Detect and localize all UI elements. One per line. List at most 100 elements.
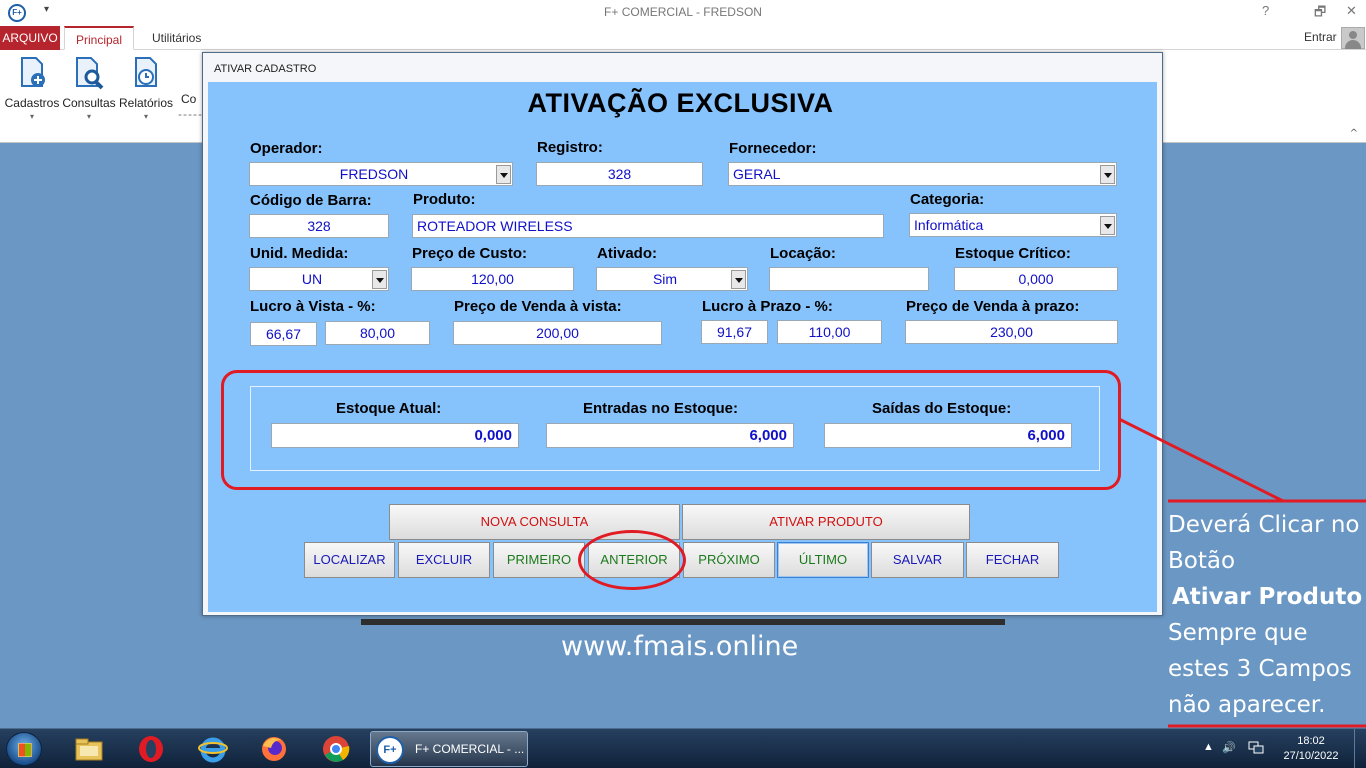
sign-in-link[interactable]: Entrar <box>1304 30 1337 44</box>
lucro-prazo-pct-field[interactable]: 91,67 <box>701 320 768 344</box>
preco-venda-vista-field[interactable]: 200,00 <box>453 321 662 345</box>
tray-overflow-icon[interactable]: ▲ <box>1203 741 1214 753</box>
categoria-select[interactable]: Informática <box>909 213 1117 237</box>
chrome-icon[interactable] <box>321 734 351 764</box>
document-add-icon <box>21 57 45 87</box>
note-line: Deverá Clicar no <box>1168 512 1360 538</box>
chevron-down-icon[interactable] <box>496 165 511 184</box>
relatorios-button[interactable]: Relatórios ▾ <box>118 56 174 121</box>
fornecedor-select[interactable]: GERAL <box>728 162 1117 186</box>
operador-label: Operador: <box>250 140 323 157</box>
primeiro-button[interactable]: PRIMEIRO <box>493 542 585 578</box>
registro-field[interactable]: 328 <box>536 162 703 186</box>
opera-browser-icon[interactable] <box>136 734 166 764</box>
fornecedor-value: GERAL <box>733 166 781 182</box>
collapse-ribbon-icon[interactable]: ^ <box>1350 128 1358 139</box>
clock-date: 27/10/2022 <box>1283 750 1339 762</box>
registro-label: Registro: <box>537 139 603 156</box>
firefox-icon[interactable] <box>259 734 289 764</box>
horizontal-scrollbar[interactable] <box>361 619 1005 625</box>
chevron-down-icon: ▾ <box>29 112 34 121</box>
dialog-title: ATIVAR CADASTRO <box>214 63 317 75</box>
locacao-label: Locação: <box>770 245 836 262</box>
note-line-strong: Ativar Produto <box>1172 584 1363 610</box>
windows-start-icon[interactable] <box>6 732 42 766</box>
relatorios-label: Relatórios <box>118 96 174 110</box>
lucro-prazo-label: Lucro à Prazo - %: <box>702 298 833 315</box>
codigo-barra-field[interactable]: 328 <box>249 214 389 238</box>
network-icon[interactable] <box>1248 741 1264 755</box>
produto-field[interactable]: ROTEADOR WIRELESS <box>412 214 884 238</box>
note-line: estes 3 Campos <box>1168 656 1352 682</box>
highlight-stock-fields <box>221 370 1121 490</box>
title-bar: F+ ▾ F+ COMERCIAL - FREDSON ? 🗗 ✕ <box>0 0 1366 26</box>
taskbar-app-label: F+ COMERCIAL - ... <box>415 742 525 756</box>
salvar-button[interactable]: SALVAR <box>871 542 964 578</box>
app-logo-icon: F+ <box>376 736 404 764</box>
note-line: não aparecer. <box>1168 692 1326 718</box>
internet-explorer-icon[interactable] <box>198 734 228 764</box>
tab-principal[interactable]: Principal <box>64 26 134 50</box>
help-icon[interactable]: ? <box>1262 3 1269 18</box>
document-search-icon <box>76 57 104 90</box>
chevron-down-icon: ▾ <box>143 112 148 121</box>
preco-venda-prazo-field[interactable]: 230,00 <box>905 320 1118 344</box>
unid-medida-label: Unid. Medida: <box>250 245 349 262</box>
truncated-ribbon-button-label[interactable]: Co <box>181 92 196 106</box>
close-icon[interactable]: ✕ <box>1346 3 1357 19</box>
unid-medida-value: UN <box>301 271 323 287</box>
ativar-cadastro-dialog: ATIVAR CADASTRO ATIVAÇÃO EXCLUSIVA Opera… <box>202 52 1163 616</box>
chevron-down-icon[interactable] <box>731 270 746 289</box>
chevron-down-icon[interactable] <box>1100 165 1115 184</box>
avatar[interactable] <box>1341 27 1365 49</box>
cadastros-button[interactable]: Cadastros ▾ <box>4 56 60 121</box>
localizar-button[interactable]: LOCALIZAR <box>304 542 395 578</box>
lucro-prazo-value-field[interactable]: 110,00 <box>777 320 882 344</box>
system-clock[interactable]: 18:02 27/10/2022 <box>1278 734 1344 764</box>
window-title: F+ COMERCIAL - FREDSON <box>604 5 762 19</box>
cadastros-label: Cadastros <box>4 96 60 110</box>
volume-icon[interactable]: 🔊 <box>1222 741 1236 754</box>
ativar-produto-button[interactable]: ATIVAR PRODUTO <box>682 504 970 540</box>
file-explorer-icon[interactable] <box>74 734 104 764</box>
preco-custo-field[interactable]: 120,00 <box>411 267 574 291</box>
locacao-field[interactable] <box>769 267 929 291</box>
preco-custo-label: Preço de Custo: <box>412 245 528 262</box>
tab-utilitarios[interactable]: Utilitários <box>146 26 207 50</box>
instruction-note: Deverá Clicar no Botão Ativar Produto Se… <box>1168 507 1364 723</box>
preco-venda-prazo-label: Preço de Venda à prazo: <box>906 298 1080 315</box>
lucro-vista-pct-field[interactable]: 66,67 <box>250 322 317 346</box>
estoque-critico-label: Estoque Crítico: <box>955 245 1071 262</box>
unid-medida-select[interactable]: UN <box>249 267 389 291</box>
produto-label: Produto: <box>413 191 476 208</box>
ribbon-separator: ----- <box>178 107 203 121</box>
taskbar-app-button[interactable]: F+ F+ COMERCIAL - ... <box>370 731 528 767</box>
consultas-button[interactable]: Consultas ▾ <box>61 56 117 121</box>
clock-time: 18:02 <box>1297 735 1325 747</box>
fechar-button[interactable]: FECHAR <box>966 542 1059 578</box>
note-line: Botão <box>1168 548 1236 574</box>
ultimo-button[interactable]: ÚLTIMO <box>777 542 869 578</box>
categoria-label: Categoria: <box>910 191 985 208</box>
page-title: ATIVAÇÃO EXCLUSIVA <box>527 88 834 118</box>
excluir-button[interactable]: EXCLUIR <box>398 542 490 578</box>
codigo-barra-label: Código de Barra: <box>250 192 372 209</box>
website-watermark: www.fmais.online <box>561 631 799 662</box>
chevron-down-icon[interactable] <box>372 270 387 289</box>
lucro-vista-label: Lucro à Vista - %: <box>250 298 376 315</box>
report-clock-icon <box>135 57 157 87</box>
proximo-button[interactable]: PRÓXIMO <box>683 542 775 578</box>
lucro-vista-value-field[interactable]: 80,00 <box>325 321 430 345</box>
ribbon-tabs: ARQUIVO Principal Utilitários Entrar <box>0 26 1366 50</box>
show-desktop-button[interactable] <box>1354 729 1366 768</box>
restore-icon[interactable]: 🗗 <box>1314 3 1326 25</box>
consultas-label: Consultas <box>62 96 116 110</box>
fornecedor-label: Fornecedor: <box>729 140 817 157</box>
operador-value: FREDSON <box>339 166 409 182</box>
note-line: Sempre que <box>1168 620 1308 646</box>
estoque-critico-field[interactable]: 0,000 <box>954 267 1118 291</box>
ativado-select[interactable]: Sim <box>596 267 748 291</box>
tab-arquivo[interactable]: ARQUIVO <box>0 26 60 50</box>
chevron-down-icon[interactable] <box>1100 216 1115 235</box>
operador-select[interactable]: FREDSON <box>249 162 513 186</box>
